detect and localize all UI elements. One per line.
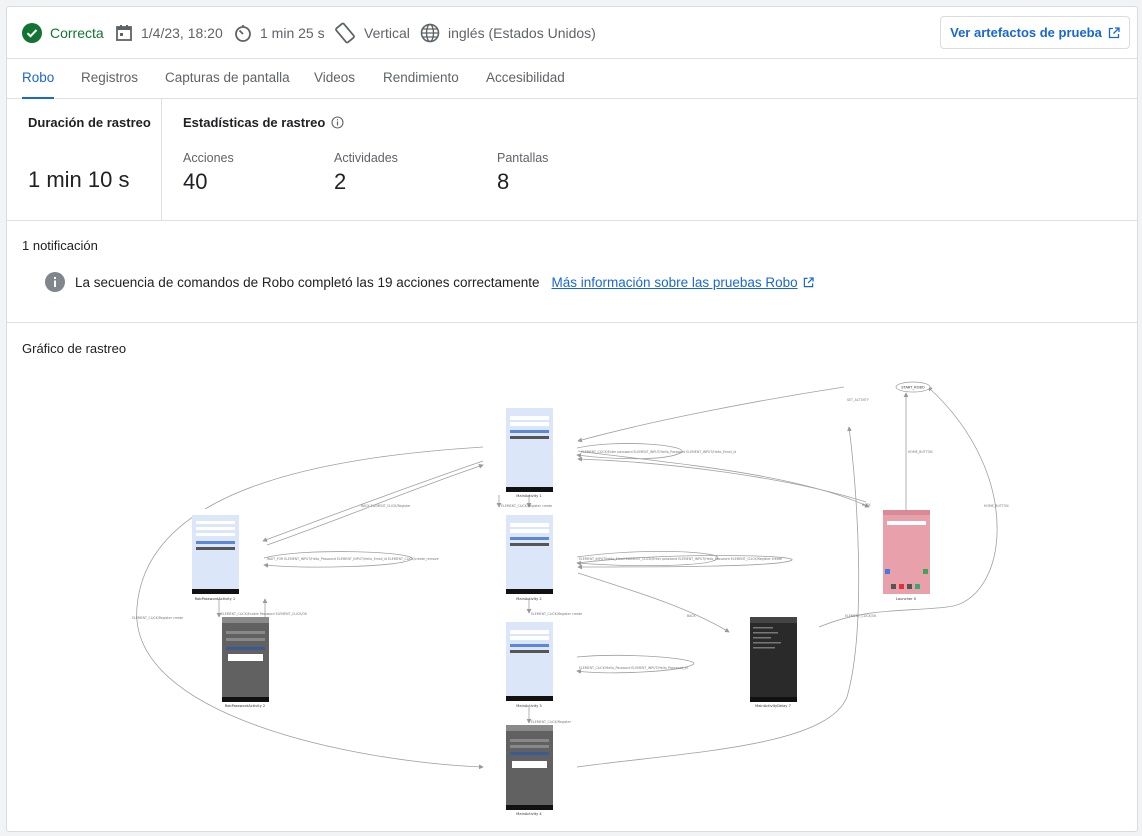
svg-text:HOME_BUTTON: HOME_BUTTON — [908, 450, 933, 454]
svg-text:BACK ELEMENT_CLICK/Register: BACK ELEMENT_CLICK/Register — [361, 504, 411, 508]
globe-icon — [420, 23, 440, 43]
screens-value: 8 — [497, 169, 510, 194]
notification-message: La secuencia de comandos de Robo complet… — [75, 274, 540, 290]
svg-text:ELEMENT_CLICK/Enter password: ELEMENT_CLICK/Enter password ELEMENT_INP… — [581, 450, 736, 454]
svg-text:ELEMENT_CLICK/Register create: ELEMENT_CLICK/Register create — [501, 504, 552, 508]
view-artifacts-button[interactable]: Ver artefactos de prueba — [940, 16, 1130, 49]
orientation-meta: Vertical — [334, 22, 410, 44]
graph-node-launcher[interactable]: Launcher 0 — [883, 510, 930, 601]
svg-text:ELEMENT_CLICK/Register create: ELEMENT_CLICK/Register create — [531, 612, 582, 616]
graph-node-label: RobPasswordActivity 2 — [225, 704, 265, 708]
graph-node-label: MainActivity 1 — [516, 494, 541, 498]
graph-node-label: Launcher 0 — [896, 597, 917, 601]
date-meta: 1/4/23, 18:20 — [115, 22, 223, 44]
svg-text:ELEMENT_CLICK/Hello_Password: ELEMENT_CLICK/Hello_Password ELEMENT_INP… — [579, 666, 688, 670]
graph-node-main-2[interactable]: MainActivity 2 — [506, 509, 553, 601]
svg-text:SET_ACTIVITY: SET_ACTIVITY — [847, 398, 869, 402]
graph-edges — [136, 386, 998, 770]
crawl-duration-value: 1 min 10 s — [28, 167, 130, 192]
graph-node-label: MainActivity 2 — [516, 597, 541, 601]
result-tabs: Robo Registros Capturas de pantalla Vide… — [7, 59, 1137, 99]
open-in-new-icon — [1108, 26, 1120, 38]
screens-label: Pantallas — [497, 151, 549, 165]
tab-performance[interactable]: Rendimiento — [383, 59, 459, 99]
notification-item: La secuencia de comandos de Robo complet… — [45, 272, 814, 292]
graph-node-label: MainActivity 3 — [516, 704, 541, 708]
graph-node-label: MainActivity 4 — [516, 812, 542, 816]
check-circle-icon — [22, 23, 42, 43]
test-orientation: Vertical — [364, 25, 410, 41]
tab-accessibility[interactable]: Accesibilidad — [486, 59, 565, 99]
tab-logs[interactable]: Registros — [81, 59, 138, 99]
graph-node-password-1[interactable]: RobPasswordActivity 1 — [192, 509, 239, 601]
svg-text:BACK: BACK — [687, 614, 697, 618]
notifications-title: 1 notificación — [22, 238, 98, 253]
graph-node-label: RobPasswordActivity 1 — [195, 597, 235, 601]
screen-rotation-icon — [335, 22, 355, 44]
test-date: 1/4/23, 18:20 — [141, 25, 223, 41]
svg-text:ELEMENT_CLICK/OK: ELEMENT_CLICK/OK — [845, 614, 877, 618]
graph-node-main-delay[interactable]: MainActivityDelay 7 — [750, 617, 797, 708]
actions-value: 40 — [183, 169, 208, 194]
crawl-stats: Duración de rastreo 1 min 10 s Estadísti… — [7, 99, 1137, 221]
status-indicator: Correcta — [22, 22, 104, 44]
test-duration: 1 min 25 s — [260, 25, 325, 41]
test-result-card: Correcta 1/4/23, 18:20 1 min 25 s Vertic… — [6, 6, 1138, 832]
tab-screenshots[interactable]: Capturas de pantalla — [165, 59, 290, 99]
start-node[interactable]: START_ROBO — [895, 381, 931, 393]
locale-meta: inglés (Estados Unidos) — [420, 22, 596, 44]
crawl-graph[interactable]: SET_ACTIVITY ELEMENT_CLICK/Enter passwor… — [7, 367, 1138, 827]
info-outline-icon[interactable] — [331, 116, 344, 129]
graph-node-main-4[interactable]: MainActivity 4 — [506, 725, 553, 816]
test-summary-bar: Correcta 1/4/23, 18:20 1 min 25 s Vertic… — [7, 7, 1137, 59]
graph-node-main-3[interactable]: MainActivity 3 — [506, 616, 553, 708]
crawl-graph-title: Gráfico de rastreo — [22, 341, 127, 356]
view-artifacts-label: Ver artefactos de prueba — [950, 25, 1102, 40]
calendar-icon — [116, 25, 132, 41]
open-in-new-icon — [803, 276, 814, 287]
crawl-stats-header: Estadísticas de rastreo — [183, 115, 344, 130]
activities-value: 2 — [334, 169, 347, 194]
activities-label: Actividades — [334, 151, 398, 165]
crawl-stats-title: Estadísticas de rastreo — [183, 115, 326, 130]
info-icon — [45, 272, 65, 292]
tab-robo[interactable]: Robo — [22, 59, 55, 99]
graph-node-label: MainActivityDelay 7 — [755, 704, 791, 708]
svg-text:ELEMENT_CLICK/Register: ELEMENT_CLICK/Register — [531, 720, 572, 724]
timer-icon — [235, 25, 251, 42]
actions-label: Acciones — [183, 151, 234, 165]
duration-meta: 1 min 25 s — [234, 22, 325, 44]
robo-docs-link-text[interactable]: Más información sobre las pruebas Robo — [552, 275, 798, 290]
svg-text:ELEMENT_CLICK/Register create: ELEMENT_CLICK/Register create — [132, 616, 183, 620]
graph-node-password-2[interactable]: RobPasswordActivity 2 — [222, 617, 269, 708]
svg-text:BACK: BACK — [862, 503, 872, 507]
tab-videos[interactable]: Videos — [314, 59, 355, 99]
svg-text:HOME_BUTTON: HOME_BUTTON — [984, 504, 1009, 508]
status-label: Correcta — [50, 25, 104, 41]
start-node-label: START_ROBO — [901, 386, 925, 390]
graph-node-main-1[interactable]: MainActivity 1 — [506, 402, 553, 498]
notifications-panel: 1 notificación La secuencia de comandos … — [7, 221, 1137, 323]
svg-text:ELEMENT_CLICK/Enable Password: ELEMENT_CLICK/Enable Password ELEMENT_CL… — [221, 612, 308, 616]
crawl-duration-title: Duración de rastreo — [28, 115, 151, 130]
svg-text:WAIT_FOR ELEMENT_INPUT/Hello_: WAIT_FOR ELEMENT_INPUT/Hello_Password EL… — [267, 557, 439, 561]
test-locale: inglés (Estados Unidos) — [448, 25, 596, 41]
svg-text:ELEMENT_INPUT/Hello_Email ELE: ELEMENT_INPUT/Hello_Email ELEMENT_CLICK/… — [579, 557, 782, 561]
crawl-duration-panel: Duración de rastreo 1 min 10 s — [7, 99, 162, 221]
robo-docs-link[interactable]: Más información sobre las pruebas Robo — [552, 275, 814, 290]
